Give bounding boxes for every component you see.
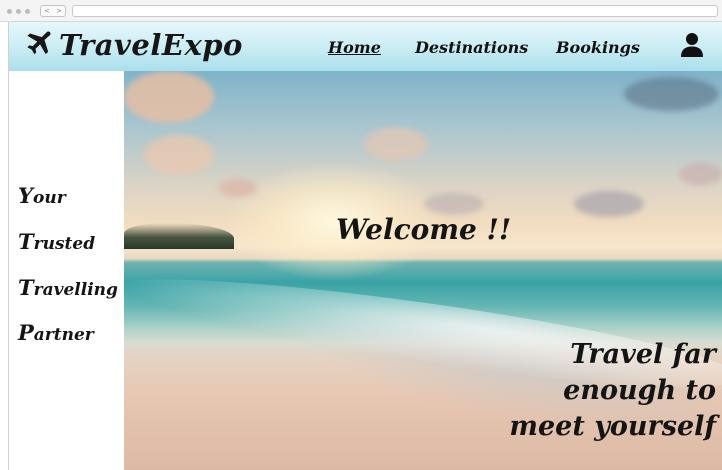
tagline-word: Partner	[18, 320, 94, 345]
tagline-word: Your	[18, 183, 66, 208]
cloud	[124, 71, 214, 123]
cloud	[574, 191, 644, 217]
nav-home-link[interactable]: Home	[328, 38, 381, 57]
tagline-word: Travelling	[18, 275, 118, 300]
tagline-sidebar: Your Trusted Travelling Partner	[8, 71, 124, 470]
window-controls[interactable]	[7, 9, 30, 14]
tagline-word: Trusted	[18, 229, 96, 254]
forward-button[interactable]: >	[56, 7, 62, 15]
palm-trees	[124, 223, 234, 249]
browser-chrome: < >	[0, 0, 722, 22]
cloud	[364, 127, 428, 161]
cloud	[679, 163, 722, 185]
browser-nav-buttons[interactable]: < >	[40, 5, 66, 17]
hero-beach-image: Welcome !! Travel far enough to meet you…	[124, 71, 722, 470]
nav-destinations-link[interactable]: Destinations	[415, 38, 528, 57]
address-bar[interactable]	[72, 5, 718, 17]
minimize-window-dot[interactable]	[16, 9, 21, 14]
nav-bookings-link[interactable]: Bookings	[556, 38, 640, 57]
cloud	[144, 135, 214, 175]
cloud	[424, 193, 484, 215]
user-icon[interactable]	[680, 32, 704, 58]
cloud	[219, 179, 257, 197]
maximize-window-dot[interactable]	[25, 9, 30, 14]
close-window-dot[interactable]	[7, 9, 12, 14]
back-button[interactable]: <	[44, 7, 50, 15]
welcome-heading: Welcome !!	[336, 213, 512, 246]
site-header: TravelExpo Home Destinations Bookings	[8, 22, 722, 71]
quote-line: enough to	[563, 375, 716, 406]
hero-quote: Travel far enough to meet yourself	[454, 337, 716, 445]
quote-line: Travel far	[570, 339, 716, 370]
quote-line: meet yourself	[509, 411, 716, 442]
cloud	[624, 77, 719, 111]
main-nav: Home Destinations Bookings	[9, 38, 722, 58]
